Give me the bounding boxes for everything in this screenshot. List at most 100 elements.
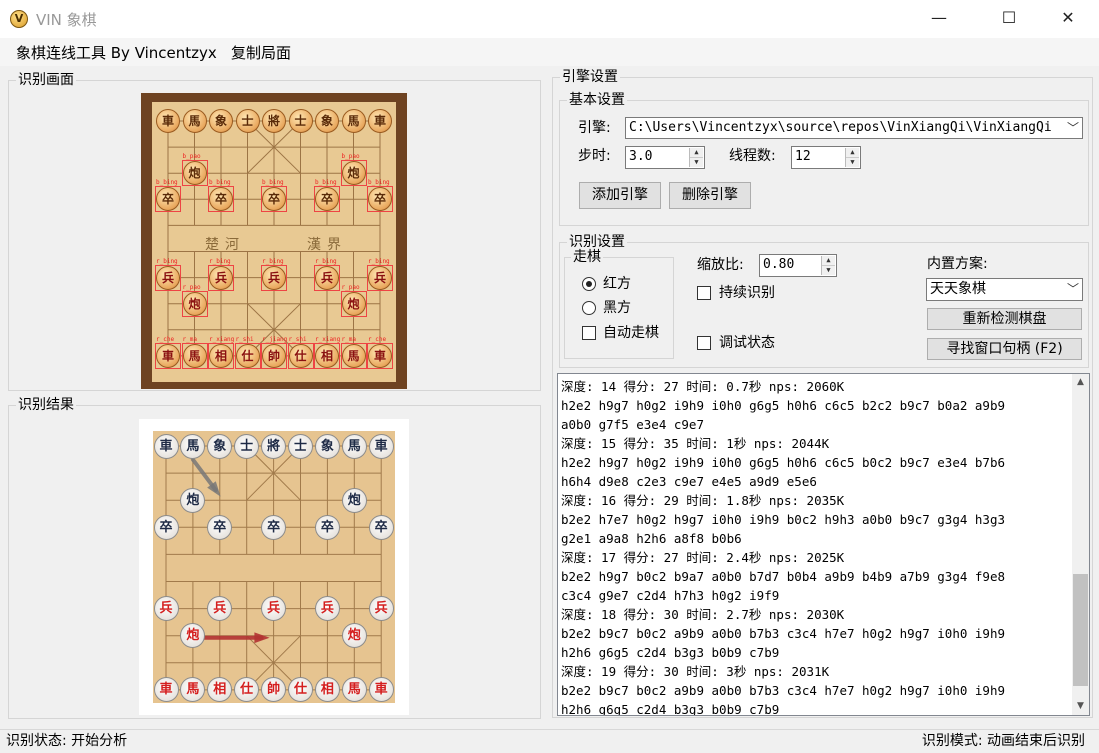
menu-bar: 象棋连线工具 By Vincentzyx 复制局面 — [0, 38, 1099, 66]
remove-engine-button[interactable]: 删除引擎 — [669, 182, 751, 209]
title-bar: V VIN 象棋 — ☐ ✕ — [0, 0, 1099, 38]
result-panel-title: 识别结果 — [16, 396, 76, 414]
log-line: 深度: 19 得分: 30 时间: 3秒 nps: 2031K — [561, 664, 830, 679]
analysis-log[interactable]: 深度: 14 得分: 27 时间: 0.7秒 nps: 2060K h2e2 h9… — [557, 373, 1090, 716]
basic-settings-title: 基本设置 — [567, 91, 627, 109]
move-side-title: 走棋 — [571, 248, 603, 266]
close-button[interactable]: ✕ — [1045, 0, 1091, 38]
red-side-radio[interactable] — [582, 277, 596, 291]
engine-label: 引擎: — [578, 120, 611, 136]
chess-piece: 炮 — [341, 623, 367, 649]
log-line: h2e2 h9g7 h0g2 i9h9 i0h0 g6g5 h0h6 c6c5 … — [561, 398, 1006, 413]
chess-piece: 馬 — [341, 433, 367, 459]
chess-piece: 相 — [315, 343, 339, 368]
scroll-up-icon[interactable]: ▲ — [1072, 374, 1089, 391]
chess-piece: 車 — [153, 433, 179, 459]
menu-copy-position[interactable]: 复制局面 — [231, 42, 291, 63]
preset-select[interactable]: 天天象棋 ﹀ — [926, 278, 1083, 301]
chess-piece: 將 — [261, 433, 287, 459]
step-time-spin[interactable]: ▲ ▼ — [689, 148, 703, 167]
engine-path-select[interactable]: C:\Users\Vincentzyx\source\repos\VinXian… — [625, 117, 1083, 139]
preset-label: 内置方案: — [927, 256, 988, 272]
recognition-mode: 识别模式: 动画结束后识别 — [921, 733, 1085, 749]
spin-up-icon[interactable]: ▲ — [690, 148, 703, 158]
chess-piece: 兵 — [262, 265, 286, 290]
result-board-image: 車馬象士將士象馬車炮炮卒卒卒卒卒兵兵兵兵兵炮炮車馬相仕帥仕相馬車 — [139, 419, 409, 715]
redetect-board-button[interactable]: 重新检测棋盘 — [927, 308, 1082, 330]
maximize-button[interactable]: ☐ — [986, 0, 1032, 38]
scale-stepper[interactable]: 0.80 ▲ ▼ — [759, 254, 837, 277]
log-scrollbar[interactable]: ▲ ▼ — [1072, 374, 1089, 715]
black-side-radio[interactable] — [582, 301, 596, 315]
chess-piece: 士 — [288, 109, 313, 133]
continuous-checkbox[interactable] — [697, 286, 711, 300]
log-line: h2h6 g6g5 c2d4 b3g3 b0b9 c7b9 — [561, 645, 780, 660]
chess-piece: 卒 — [153, 514, 179, 540]
window-title: VIN 象棋 — [36, 11, 97, 29]
find-window-button[interactable]: 寻找窗口句柄 (F2) — [927, 338, 1082, 360]
chess-piece: 兵 — [315, 265, 339, 290]
chess-piece: 卒 — [368, 514, 394, 540]
spin-down-icon[interactable]: ▼ — [846, 158, 859, 168]
chess-piece: 炮 — [182, 291, 207, 316]
result-board-grid — [165, 445, 382, 691]
spin-down-icon[interactable]: ▼ — [822, 266, 835, 276]
log-line: 深度: 18 得分: 30 时间: 2.7秒 nps: 2030K — [561, 607, 845, 622]
debug-label: 调试状态 — [719, 335, 775, 351]
chess-piece: 仕 — [235, 343, 260, 368]
log-line: g2e1 a9a8 h2h6 a8f8 b0b6 — [561, 531, 742, 546]
log-line: c3c4 g9e7 c2d4 h7h3 h0g2 i9f9 — [561, 588, 780, 603]
chevron-down-icon: ﹀ — [1066, 121, 1079, 135]
app-logo-icon: V — [10, 10, 28, 28]
spin-up-icon[interactable]: ▲ — [846, 148, 859, 158]
log-line: b2e2 b9c7 b0c2 a9b9 a0b0 b7b3 c3c4 h7e7 … — [561, 683, 1006, 698]
chess-piece: 馬 — [341, 343, 366, 368]
threads-spin[interactable]: ▲ ▼ — [845, 148, 859, 167]
log-line: b2e2 h9g7 b0c2 b9a7 a0b0 b7d7 b0b4 a9b9 … — [561, 569, 1006, 584]
chess-piece: 車 — [368, 343, 392, 368]
red-side-label: 红方 — [603, 276, 631, 292]
chess-piece: 炮 — [341, 161, 366, 186]
capture-river-right: 漢界 — [307, 237, 347, 253]
black-side-label: 黑方 — [603, 300, 631, 316]
chess-piece: 炮 — [341, 291, 366, 316]
chess-piece: 兵 — [368, 265, 392, 290]
capture-panel-title: 识别画面 — [16, 71, 76, 89]
status-bar: 识别状态: 开始分析 识别模式: 动画结束后识别 — [0, 729, 1099, 753]
capture-board-image: 楚河 漢界 車馬象士將士象馬車 b_pao 炮 b_pao 炮 b_bing 卒 b_bing… — [141, 93, 407, 389]
log-line: h2e2 h9g7 h0g2 i9h9 i0h0 g6g5 h0h6 c6c5 … — [561, 455, 1006, 470]
menu-tools[interactable]: 象棋连线工具 By Vincentzyx — [16, 42, 217, 63]
add-engine-button[interactable]: 添加引擎 — [579, 182, 661, 209]
preset-value: 天天象棋 — [930, 281, 986, 297]
chess-piece: 車 — [368, 109, 392, 133]
scrollbar-thumb[interactable] — [1073, 574, 1088, 686]
minimize-button[interactable]: — — [916, 0, 962, 38]
auto-move-checkbox[interactable] — [582, 326, 596, 340]
chess-piece: 車 — [156, 343, 180, 368]
chess-piece: 卒 — [314, 514, 340, 540]
log-line: b2e2 b9c7 b0c2 a9b9 a0b0 b7b3 c3c4 h7e7 … — [561, 626, 1006, 641]
chess-piece: 相 — [209, 343, 233, 368]
debug-checkbox[interactable] — [697, 336, 711, 350]
spin-up-icon[interactable]: ▲ — [822, 256, 835, 266]
log-line: a0b0 g7f5 e3e4 c9e7 — [561, 417, 704, 432]
step-time-stepper[interactable]: 3.0 ▲ ▼ — [625, 146, 705, 169]
scale-label: 缩放比: — [697, 257, 744, 273]
chess-piece: 馬 — [182, 109, 207, 133]
log-line: 深度: 14 得分: 27 时间: 0.7秒 nps: 2060K — [561, 379, 845, 394]
log-line: h2h6 g6g5 c2d4 b3g3 b0b9 c7b9 — [561, 702, 780, 716]
chess-piece: 兵 — [314, 596, 340, 622]
scroll-down-icon[interactable]: ▼ — [1072, 698, 1089, 715]
scale-value: 0.80 — [763, 257, 795, 272]
spin-down-icon[interactable]: ▼ — [690, 158, 703, 168]
scale-spin[interactable]: ▲ ▼ — [821, 256, 835, 275]
chess-piece: 將 — [262, 109, 286, 133]
chess-piece: 兵 — [153, 596, 179, 622]
step-time-value: 3.0 — [629, 149, 653, 164]
chess-piece: 象 — [314, 433, 340, 459]
auto-move-label: 自动走棋 — [603, 325, 659, 341]
chess-piece: 馬 — [182, 343, 207, 368]
threads-stepper[interactable]: 12 ▲ ▼ — [791, 146, 861, 169]
chess-piece: 兵 — [156, 265, 180, 290]
chess-piece: 兵 — [368, 596, 394, 622]
